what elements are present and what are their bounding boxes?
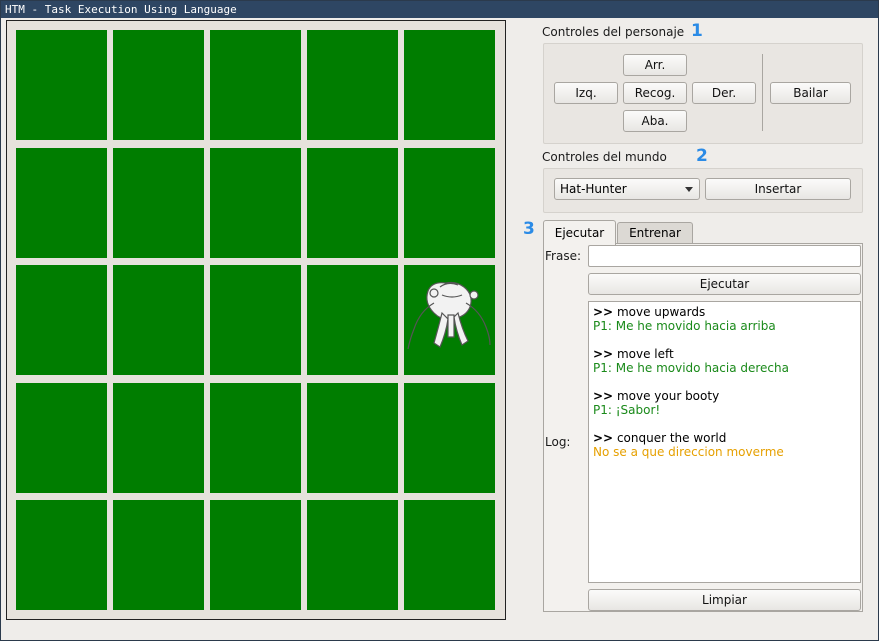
move-down-button[interactable]: Aba. xyxy=(623,110,687,132)
insert-button[interactable]: Insertar xyxy=(705,178,851,200)
log-reply: No se a que direccion moverme xyxy=(593,445,784,459)
log-command: move left xyxy=(616,347,674,361)
app-window: HTM - Task Execution Using Language Cont… xyxy=(0,0,879,641)
log-area[interactable]: >> move upwards P1: Me he movido hacia ar… xyxy=(588,301,861,583)
move-right-button[interactable]: Der. xyxy=(692,82,756,104)
log-entry: >> move your booty P1: ¡Sabor! xyxy=(593,389,856,417)
log-prompt: >> xyxy=(593,305,614,319)
world-cell xyxy=(307,148,398,258)
log-entry: >> move upwards P1: Me he movido hacia ar… xyxy=(593,305,856,333)
phrase-label: Frase: xyxy=(545,249,581,263)
log-command-line: >> move upwards xyxy=(593,305,856,319)
dance-button[interactable]: Bailar xyxy=(770,82,851,104)
tab-ejecutar[interactable]: Ejecutar xyxy=(543,220,616,245)
log-command-line: >> conquer the world xyxy=(593,431,856,445)
log-command-line: >> move your booty xyxy=(593,389,856,403)
world-cell xyxy=(210,500,301,610)
character-controls-title: Controles del personaje xyxy=(542,25,685,39)
marker-2: 2 xyxy=(696,146,708,166)
log-reply: P1: Me he movido hacia derecha xyxy=(593,361,789,375)
log-entry: >> move left P1: Me he movido hacia derec… xyxy=(593,347,856,375)
marker-3: 3 xyxy=(523,219,535,239)
world-cell xyxy=(16,30,107,140)
world-cell xyxy=(113,30,204,140)
log-command-line: >> move left xyxy=(593,347,856,361)
log-prompt: >> xyxy=(593,431,614,445)
phrase-input[interactable] xyxy=(588,245,861,267)
world-cell xyxy=(16,265,107,375)
log-reply: P1: ¡Sabor! xyxy=(593,403,661,417)
world-cell xyxy=(210,265,301,375)
world-grid xyxy=(6,20,506,620)
clear-button[interactable]: Limpiar xyxy=(588,589,861,611)
marker-1: 1 xyxy=(691,21,703,41)
world-cell xyxy=(16,500,107,610)
entity-select-value: Hat-Hunter xyxy=(560,182,627,196)
world-cell xyxy=(404,265,495,375)
world-cell xyxy=(404,148,495,258)
log-command: move upwards xyxy=(616,305,706,319)
log-label: Log: xyxy=(545,435,571,449)
world-cell xyxy=(307,265,398,375)
world-cell xyxy=(210,148,301,258)
world-cell xyxy=(113,265,204,375)
log-prompt: >> xyxy=(593,389,614,403)
execute-button[interactable]: Ejecutar xyxy=(588,273,861,295)
world-cell xyxy=(210,383,301,493)
world-cell xyxy=(404,30,495,140)
log-entry: >> conquer the world No se a que direccio… xyxy=(593,431,856,459)
world-cell xyxy=(16,148,107,258)
world-cell xyxy=(113,148,204,258)
world-cell xyxy=(113,500,204,610)
move-up-button[interactable]: Arr. xyxy=(623,54,687,76)
world-cell xyxy=(404,383,495,493)
world-cell xyxy=(404,500,495,610)
world-cell xyxy=(307,500,398,610)
chevron-down-icon xyxy=(685,187,693,192)
world-cell xyxy=(113,383,204,493)
entity-select[interactable]: Hat-Hunter xyxy=(554,178,700,200)
world-cell xyxy=(307,30,398,140)
world-cell xyxy=(307,383,398,493)
log-prompt: >> xyxy=(593,347,614,361)
log-command: move your booty xyxy=(616,389,720,403)
pick-up-button[interactable]: Recog. xyxy=(623,82,687,104)
hat-hunter-creature-icon xyxy=(407,281,491,350)
log-command: conquer the world xyxy=(616,431,727,445)
controls-separator xyxy=(762,54,763,131)
tab-entrenar[interactable]: Entrenar xyxy=(617,222,693,244)
log-reply: P1: Me he movido hacia arriba xyxy=(593,319,776,333)
window-title: HTM - Task Execution Using Language xyxy=(1,1,878,18)
move-left-button[interactable]: Izq. xyxy=(554,82,618,104)
world-cell xyxy=(16,383,107,493)
world-controls-title: Controles del mundo xyxy=(542,150,667,164)
world-cell xyxy=(210,30,301,140)
